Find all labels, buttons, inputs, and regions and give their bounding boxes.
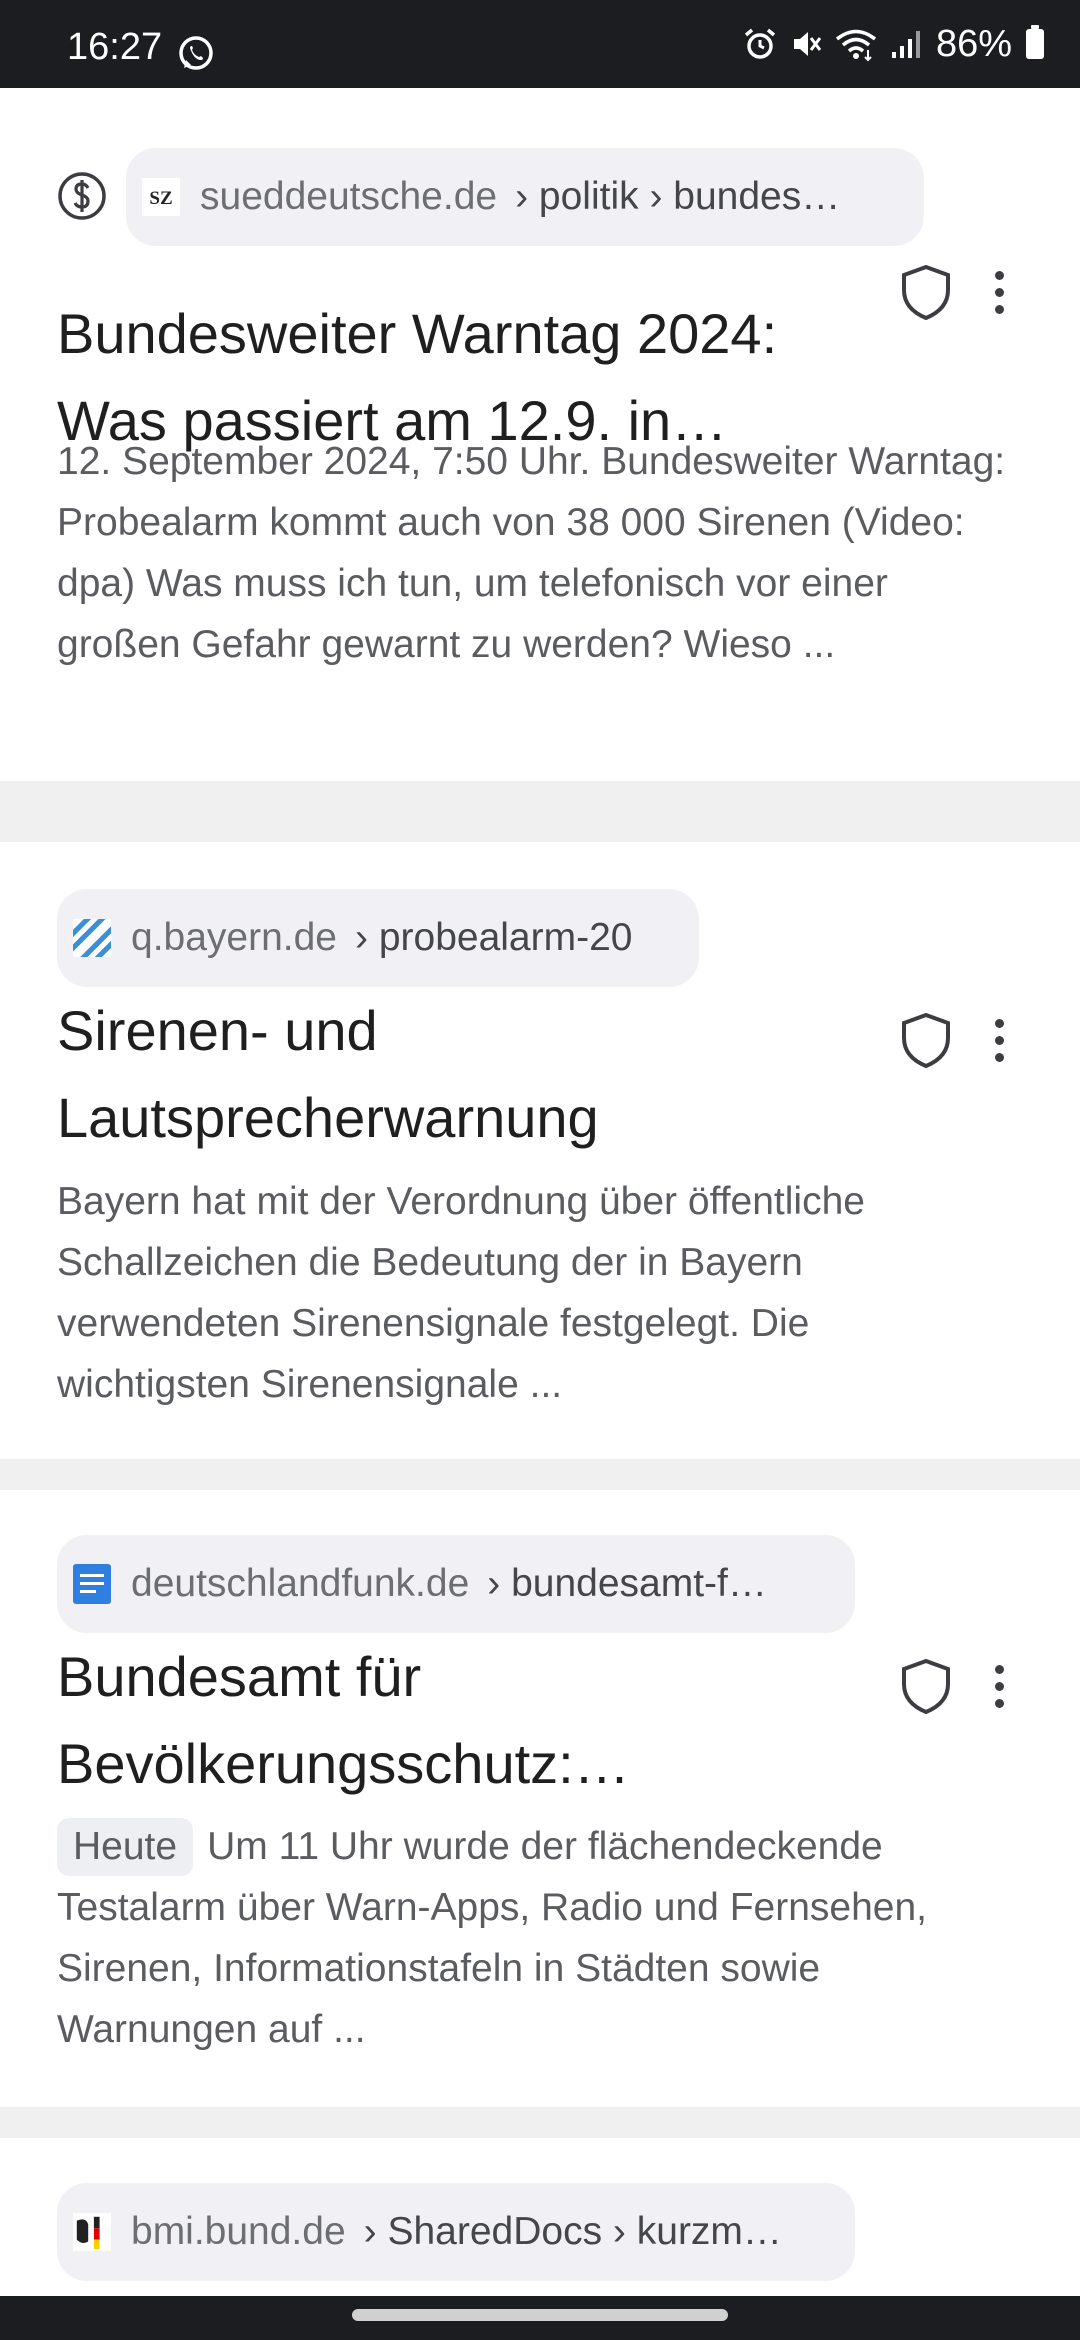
result-source-chip[interactable]: deutschlandfunk.de › bundesamt-f… [57,1535,855,1633]
result-domain: sueddeutsche.de [200,175,498,218]
more-options-icon[interactable] [987,1010,1011,1070]
status-icons: 86% [742,22,1044,66]
result-snippet: Heute Um 11 Uhr wurde der flächendeckende… [57,1816,1007,2060]
wifi-icon [835,29,877,62]
result-domain: deutschlandfunk.de [131,1562,470,1605]
result-path: › SharedDocs › kurzm… [363,2210,782,2253]
home-gesture-handle[interactable] [352,2309,728,2321]
date-badge: Heute [57,1818,194,1876]
shield-icon[interactable] [898,262,954,322]
search-result[interactable]: bmi.bund.de › SharedDocs › kurzm… [0,2138,1080,2296]
alarm-icon [744,28,776,59]
result-snippet: Bayern hat mit der Verordnung über öffen… [57,1180,865,1406]
battery-percent: 86% [935,22,1012,65]
document-icon [73,1564,111,1604]
result-snippet: 12. September 2024, 7:50 Uhr. Bundesweit… [57,440,1006,666]
result-path: › politik › bundes… [515,175,841,218]
status-time: 16:27 [67,26,163,68]
result-source-chip[interactable]: SZ sueddeutsche.de › politik › bundes… [126,148,924,246]
sz-logo-icon: SZ [142,178,180,216]
status-bar: 16:27 86% [0,0,1080,88]
search-result[interactable]: q.bayern.de › probealarm-20 Sirenen- und… [0,842,1080,1459]
shield-icon[interactable] [898,1010,954,1070]
result-path: › bundesamt-f… [487,1562,767,1605]
shield-icon[interactable] [898,1656,954,1716]
result-source-chip[interactable]: q.bayern.de › probealarm-20 [57,889,699,987]
svg-text:SZ: SZ [149,188,172,209]
result-title[interactable]: Sirenen- und Lautsprecherwarnung [57,987,877,1161]
more-options-icon[interactable] [987,1656,1011,1716]
result-domain: bmi.bund.de [131,2210,346,2253]
signal-icon [891,31,920,58]
result-title[interactable]: Bundesamt für Bevölkerungsschutz:… [57,1633,877,1807]
bavaria-flag-icon [73,919,111,957]
battery-icon [1026,25,1044,59]
result-domain: q.bayern.de [131,916,337,959]
navigation-bar [0,2296,1080,2340]
bundesadler-icon [73,2213,111,2251]
mute-icon [793,32,822,56]
dollar-circle-icon [58,172,106,220]
result-path: › probealarm-20 [355,916,633,959]
whatsapp-icon [179,36,213,70]
result-source-chip[interactable]: bmi.bund.de › SharedDocs › kurzm… [57,2183,855,2281]
more-options-icon[interactable] [987,262,1011,322]
search-result[interactable]: deutschlandfunk.de › bundesamt-f… Bundes… [0,1490,1080,2107]
search-result[interactable]: SZ sueddeutsche.de › politik › bundes… B… [0,88,1080,781]
